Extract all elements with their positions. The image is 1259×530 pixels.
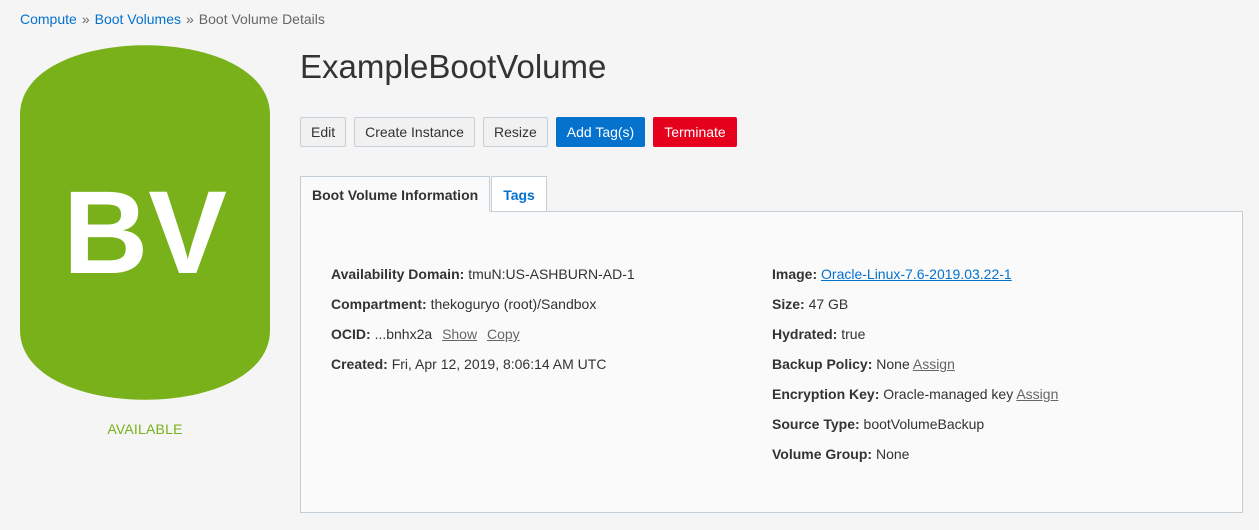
encryption-key-assign-link[interactable]: Assign [1016, 386, 1058, 402]
image-label: Image: [772, 266, 818, 282]
tab-tags[interactable]: Tags [491, 176, 547, 212]
ocid-show-link[interactable]: Show [442, 326, 477, 342]
volume-group-row: Volume Group: None [772, 439, 1058, 469]
availability-domain-value: tmuN:US-ASHBURN-AD-1 [468, 266, 635, 282]
encryption-key-value: Oracle-managed key [883, 386, 1014, 402]
created-row: Created: Fri, Apr 12, 2019, 8:06:14 AM U… [331, 349, 635, 379]
created-label: Created: [331, 356, 388, 372]
volume-group-value: None [875, 446, 910, 462]
size-value: 47 GB [808, 296, 849, 312]
breadcrumb-compute-link[interactable]: Compute [20, 11, 77, 27]
backup-policy-row: Backup Policy: None Assign [772, 349, 1058, 379]
encryption-key-row: Encryption Key: Oracle-managed key Assig… [772, 379, 1058, 409]
resource-icon-text: BV [63, 167, 227, 299]
availability-domain-label: Availability Domain: [331, 266, 465, 282]
action-bar: Edit Create Instance Resize Add Tag(s) T… [300, 117, 737, 147]
tab-bar: Boot Volume Information Tags [300, 176, 547, 212]
breadcrumb: Compute» Boot Volumes» Boot Volume Details [20, 11, 325, 27]
status-label: AVAILABLE [107, 421, 183, 437]
ocid-value: ...bnhx2a [374, 326, 433, 342]
source-type-value: bootVolumeBackup [863, 416, 985, 432]
ocid-label: OCID: [331, 326, 371, 342]
breadcrumb-separator: » [186, 11, 194, 27]
details-panel: Availability Domain: tmuN:US-ASHBURN-AD-… [300, 211, 1243, 513]
compartment-row: Compartment: thekoguryo (root)/Sandbox [331, 289, 635, 319]
hydrated-row: Hydrated: true [772, 319, 1058, 349]
details-left-column: Availability Domain: tmuN:US-ASHBURN-AD-… [331, 259, 635, 379]
edit-button[interactable]: Edit [300, 117, 347, 147]
breadcrumb-current: Boot Volume Details [198, 11, 325, 27]
boot-volume-details-page: Compute» Boot Volumes» Boot Volume Details… [0, 0, 1259, 530]
tab-boot-volume-information[interactable]: Boot Volume Information [300, 176, 491, 212]
page-title: ExampleBootVolume [300, 48, 607, 85]
backup-policy-label: Backup Policy: [772, 356, 873, 372]
hydrated-label: Hydrated: [772, 326, 838, 342]
compartment-label: Compartment: [331, 296, 427, 312]
hydrated-value: true [841, 326, 866, 342]
ocid-row: OCID: ...bnhx2a Show Copy [331, 319, 635, 349]
backup-policy-value: None [876, 356, 910, 372]
source-type-label: Source Type: [772, 416, 860, 432]
image-row: Image: Oracle-Linux-7.6-2019.03.22-1 [772, 259, 1058, 289]
backup-policy-assign-link[interactable]: Assign [913, 356, 955, 372]
breadcrumb-boot-volumes-link[interactable]: Boot Volumes [95, 11, 181, 27]
encryption-key-label: Encryption Key: [772, 386, 880, 402]
breadcrumb-separator: » [81, 11, 90, 27]
compartment-value: thekoguryo (root)/Sandbox [430, 296, 597, 312]
volume-group-label: Volume Group: [772, 446, 873, 462]
add-tags-button[interactable]: Add Tag(s) [555, 117, 646, 147]
image-link[interactable]: Oracle-Linux-7.6-2019.03.22-1 [821, 266, 1012, 282]
create-instance-button[interactable]: Create Instance [354, 117, 475, 147]
ocid-copy-link[interactable]: Copy [487, 326, 520, 342]
details-right-column: Image: Oracle-Linux-7.6-2019.03.22-1 Siz… [772, 259, 1058, 469]
database-cylinder-icon: BV [20, 45, 270, 400]
source-type-row: Source Type: bootVolumeBackup [772, 409, 1058, 439]
size-row: Size: 47 GB [772, 289, 1058, 319]
size-label: Size: [772, 296, 805, 312]
terminate-button[interactable]: Terminate [653, 117, 737, 147]
created-value: Fri, Apr 12, 2019, 8:06:14 AM UTC [391, 356, 607, 372]
availability-domain-row: Availability Domain: tmuN:US-ASHBURN-AD-… [331, 259, 635, 289]
resize-button[interactable]: Resize [482, 117, 548, 147]
